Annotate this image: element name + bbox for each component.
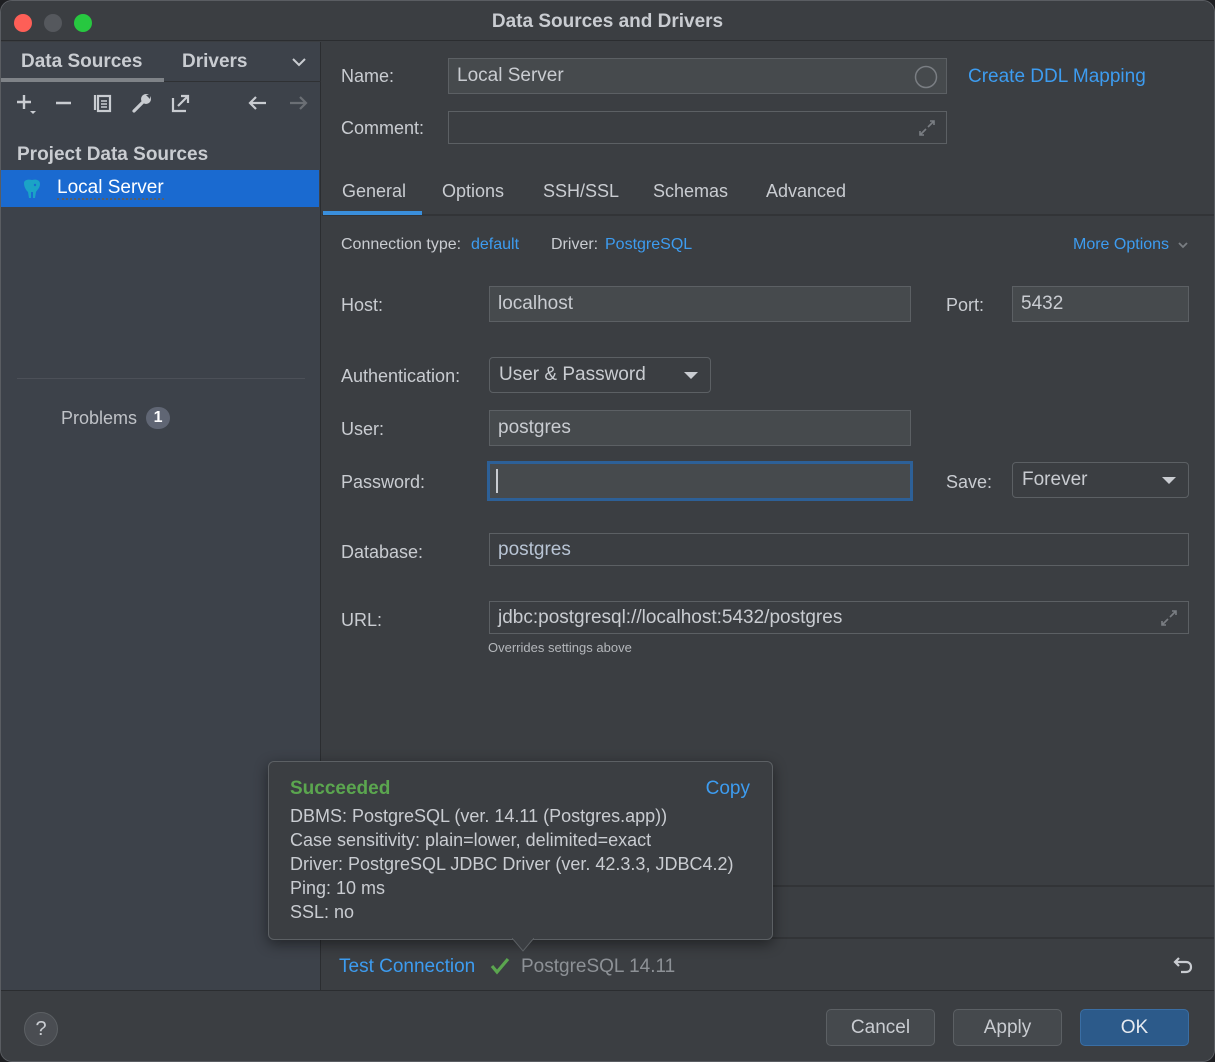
tab-advanced[interactable]: Advanced — [766, 181, 846, 202]
result-line-driver: Driver: PostgreSQL JDBC Driver (ver. 42.… — [290, 854, 734, 874]
data-source-label: Local Server — [57, 177, 164, 200]
host-input[interactable]: localhost — [489, 286, 911, 322]
database-input[interactable]: postgres — [489, 533, 1189, 566]
undo-icon[interactable] — [1172, 954, 1194, 976]
test-result-popup: Succeeded Copy DBMS: PostgreSQL (ver. 14… — [268, 761, 773, 940]
driver-link[interactable]: PostgreSQL — [605, 236, 692, 254]
result-line-ping: Ping: 10 ms — [290, 878, 386, 898]
tab-general[interactable]: General — [342, 181, 406, 202]
project-data-sources-heading: Project Data Sources — [17, 144, 209, 165]
arrow-left-icon[interactable] — [245, 90, 271, 116]
more-options-label: More Options — [1073, 236, 1170, 253]
export-icon[interactable] — [168, 90, 194, 116]
test-connection-result: PostgreSQL 14.11 — [521, 956, 676, 977]
status-succeeded: Succeeded — [290, 778, 391, 799]
tab-ssh-ssl[interactable]: SSH/SSL — [543, 181, 619, 202]
data-sources-dialog: Data Sources and Drivers Data Sources Dr… — [0, 0, 1215, 1062]
active-tab-indicator — [1, 78, 164, 82]
tab-data-sources[interactable]: Data Sources — [21, 51, 142, 73]
problems-count-badge: 1 — [146, 407, 171, 429]
host-label: Host: — [341, 295, 384, 315]
problems-link[interactable]: Problems 1 — [61, 407, 171, 429]
save-password-select[interactable]: Forever — [1012, 462, 1189, 498]
authentication-select[interactable]: User & Password — [489, 357, 711, 393]
chevron-down-icon[interactable] — [289, 52, 309, 72]
problems-label: Problems — [61, 407, 138, 428]
name-input[interactable]: Local Server — [448, 58, 947, 94]
connection-type-label: Connection type: — [341, 236, 462, 253]
dropdown-arrow-icon — [1162, 477, 1176, 484]
save-password-value: Forever — [1022, 469, 1088, 490]
dropdown-arrow-icon — [684, 372, 698, 379]
active-tab-indicator — [323, 211, 422, 215]
driver-label: Driver: — [551, 236, 599, 253]
window-title: Data Sources and Drivers — [491, 11, 724, 32]
create-ddl-mapping-link[interactable]: Create DDL Mapping — [968, 66, 1146, 88]
password-input[interactable] — [487, 461, 913, 501]
checkmark-icon — [490, 957, 510, 975]
database-value: postgres — [498, 538, 571, 560]
sidebar-divider — [17, 378, 305, 379]
result-line-ssl: SSL: no — [290, 902, 355, 922]
wrench-icon[interactable] — [129, 90, 155, 116]
sidebar-tabs: Data Sources Drivers — [1, 42, 321, 82]
tab-drivers[interactable]: Drivers — [182, 51, 248, 73]
settings-tabs: General Options SSH/SSL Schemas Advanced — [322, 170, 1214, 216]
user-input[interactable]: postgres — [489, 410, 911, 446]
result-line-dbms: DBMS: PostgreSQL (ver. 14.11 (Postgres.a… — [290, 806, 668, 826]
url-value: jdbc:postgresql://localhost:5432/postgre… — [498, 606, 843, 628]
popup-pointer — [512, 938, 534, 952]
user-value: postgres — [498, 417, 571, 438]
tab-schemas[interactable]: Schemas — [653, 181, 728, 202]
authentication-value: User & Password — [499, 364, 646, 385]
authentication-label: Authentication: — [341, 366, 461, 386]
user-label: User: — [341, 419, 385, 439]
tab-options[interactable]: Options — [442, 181, 504, 202]
name-value: Local Server — [457, 65, 564, 86]
duplicate-icon[interactable] — [90, 90, 116, 116]
title-bar: Data Sources and Drivers — [1, 1, 1214, 41]
comment-input[interactable] — [448, 111, 947, 144]
database-label: Database: — [341, 542, 424, 562]
apply-button[interactable]: Apply — [953, 1009, 1062, 1046]
ok-button[interactable]: OK — [1080, 1009, 1189, 1046]
copy-link[interactable]: Copy — [706, 778, 750, 800]
url-hint: Overrides settings above — [488, 640, 632, 655]
url-input[interactable]: jdbc:postgresql://localhost:5432/postgre… — [489, 601, 1189, 634]
port-input[interactable]: 5432 — [1012, 286, 1189, 322]
dialog-footer: ? Cancel Apply OK — [1, 990, 1214, 1061]
minus-icon[interactable] — [51, 90, 77, 116]
name-label: Name: — [341, 66, 395, 86]
plus-icon[interactable] — [13, 90, 39, 116]
help-button[interactable]: ? — [24, 1012, 58, 1046]
cancel-button[interactable]: Cancel — [826, 1009, 935, 1046]
password-label: Password: — [341, 472, 426, 492]
url-label: URL: — [341, 610, 383, 630]
expand-icon[interactable] — [1159, 608, 1179, 628]
data-source-item-local-server[interactable]: Local Server — [1, 170, 319, 207]
comment-label: Comment: — [341, 118, 425, 138]
arrow-right-icon[interactable] — [285, 90, 311, 116]
chevron-down-icon — [1177, 242, 1188, 249]
color-circle-icon[interactable] — [914, 65, 938, 89]
sidebar-toolbar — [1, 90, 321, 120]
more-options-link[interactable]: More Options — [1073, 236, 1189, 254]
expand-icon[interactable] — [917, 118, 937, 138]
host-value: localhost — [498, 293, 573, 314]
postgresql-elephant-icon — [24, 179, 40, 198]
test-connection-link[interactable]: Test Connection — [339, 956, 475, 978]
port-label: Port: — [946, 295, 985, 315]
connection-type-link[interactable]: default — [471, 236, 519, 254]
result-line-case-sensitivity: Case sensitivity: plain=lower, delimited… — [290, 830, 652, 850]
port-value: 5432 — [1021, 293, 1064, 314]
save-label: Save: — [946, 472, 993, 492]
text-cursor — [496, 469, 498, 493]
